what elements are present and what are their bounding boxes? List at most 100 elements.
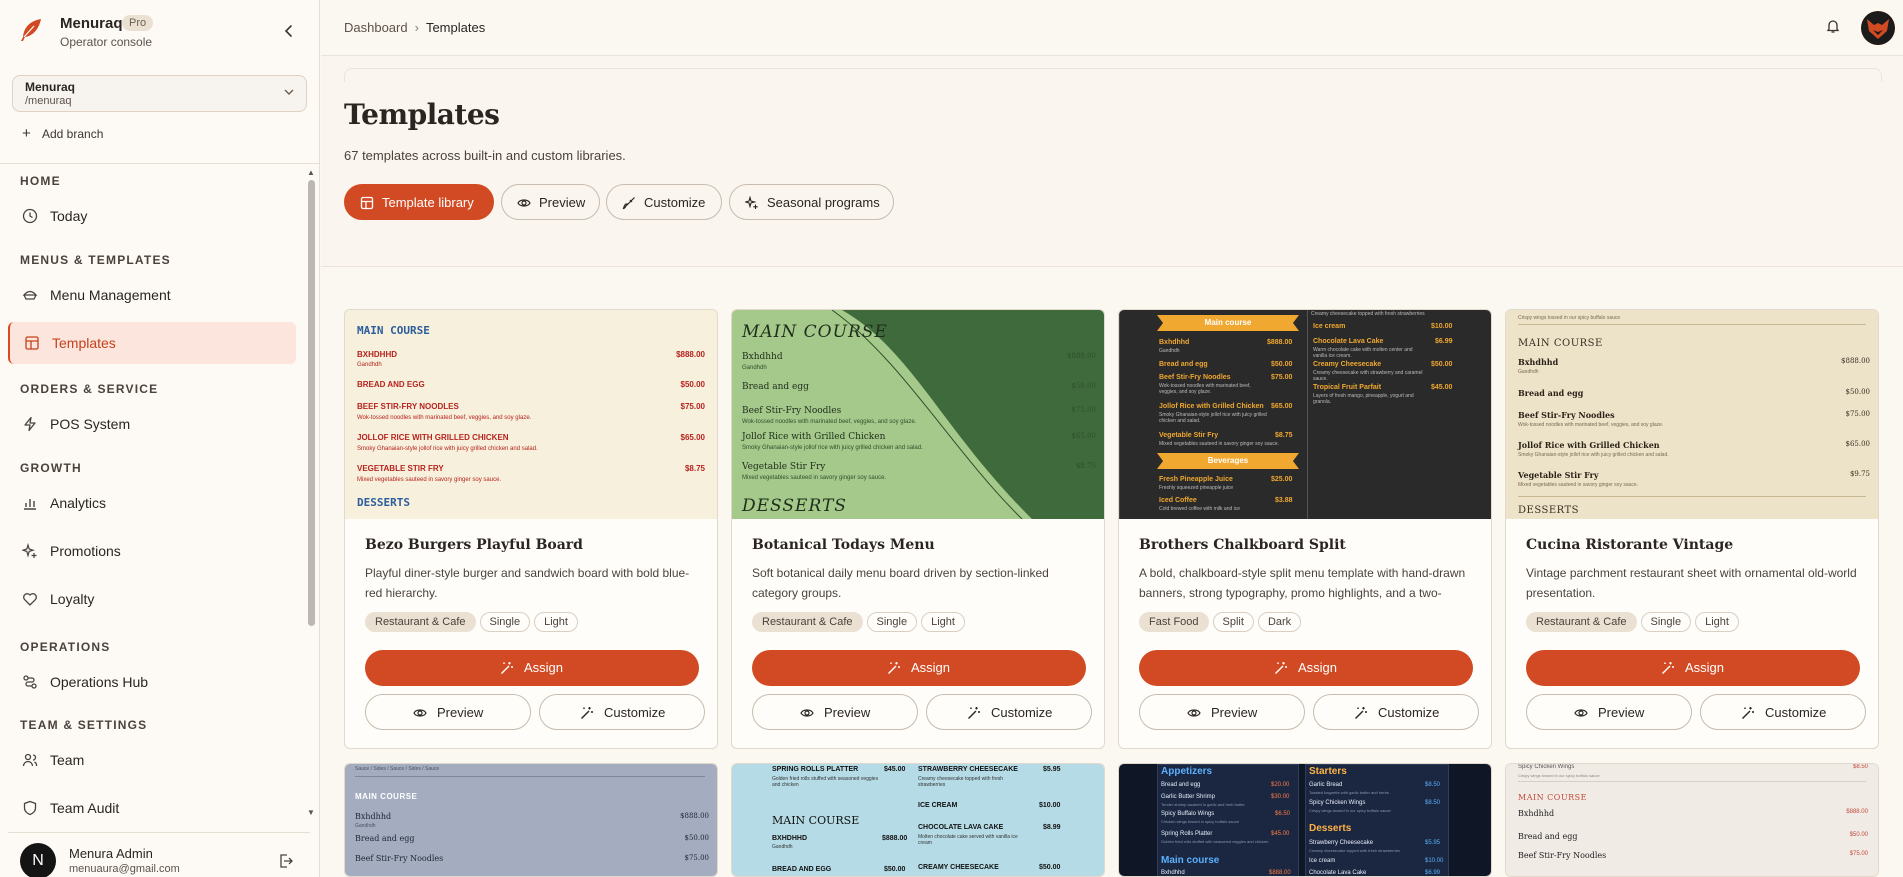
preview-item-name: Beef Stir-Fry Noodles bbox=[1518, 410, 1615, 420]
preview-item-desc: Creamy cheesecake with strawberry and ca… bbox=[1313, 370, 1423, 382]
template-card[interactable]: SPRING ROLLS PLATTER $45.00 Golden fried… bbox=[731, 763, 1105, 877]
layout-tag: Single bbox=[1640, 612, 1692, 632]
sidebar-item-label: Analytics bbox=[50, 495, 107, 511]
sidebar-item-pos-system[interactable]: POS System bbox=[8, 403, 296, 445]
account-avatar[interactable] bbox=[1861, 11, 1895, 45]
theme-tag: Light bbox=[1695, 612, 1739, 632]
sidebar-item-promotions[interactable]: Promotions bbox=[8, 530, 296, 572]
customize-button[interactable]: Customize bbox=[539, 694, 705, 730]
template-card[interactable]: MAIN COURSE BXHDHHD $888.00 Gandhdh BREA… bbox=[344, 309, 718, 749]
preview-item-desc: Crispy wings tossed in our spicy buffalo… bbox=[1518, 773, 1600, 778]
route-icon bbox=[23, 675, 37, 689]
preview-item-price: $888.00 bbox=[1841, 357, 1870, 365]
sidebar: Menuraq Pro Operator console Menuraq /me… bbox=[0, 0, 320, 877]
add-branch-button[interactable]: + Add branch bbox=[22, 125, 103, 142]
preview-item-price: $8.50 bbox=[1425, 800, 1441, 806]
sidebar-item-templates[interactable]: Templates bbox=[8, 322, 296, 364]
preview-item-price: $6.99 bbox=[1435, 338, 1453, 345]
sidebar-item-label: Loyalty bbox=[50, 591, 95, 607]
preview-item-price: $888.00 bbox=[882, 835, 908, 842]
template-card[interactable]: MAIN COURSE Bxhdhhd $888.00 Gandhdh Brea… bbox=[731, 309, 1105, 749]
preview-item-desc: Gandhdh bbox=[1518, 369, 1539, 375]
template-card[interactable]: Crispy wings tossed in our spicy buffalo… bbox=[1505, 309, 1879, 749]
template-card[interactable]: Creamy cheesecake topped with fresh stra… bbox=[1118, 309, 1492, 749]
customize-button[interactable]: Customize bbox=[926, 694, 1092, 730]
card-title: Cucina Ristorante Vintage bbox=[1526, 537, 1734, 553]
sidebar-item-operations-hub[interactable]: Operations Hub bbox=[8, 661, 296, 703]
tab-template-library[interactable]: Template library bbox=[344, 184, 494, 220]
collapse-sidebar-chevron-icon[interactable] bbox=[280, 22, 298, 40]
assign-label: Assign bbox=[911, 660, 951, 675]
tab-preview[interactable]: Preview bbox=[501, 184, 600, 220]
theme-tag: Light bbox=[921, 612, 965, 632]
assign-button[interactable]: Assign bbox=[1526, 650, 1860, 686]
divider-rule bbox=[1518, 781, 1866, 782]
template-preview-midnight[interactable]: Appetizers Bread and egg $20.00 Garlic B… bbox=[1119, 764, 1491, 876]
tab-seasonal-programs[interactable]: Seasonal programs bbox=[729, 184, 894, 220]
template-preview-slate[interactable]: Sauce / Sides / Sauce / Sides / Sauce MA… bbox=[345, 764, 717, 876]
tab-customize[interactable]: Customize bbox=[606, 184, 722, 220]
eye-icon bbox=[800, 709, 814, 717]
preview-item-price: $50.00 bbox=[1431, 361, 1453, 368]
customize-label: Customize bbox=[604, 705, 666, 720]
logout-icon[interactable] bbox=[278, 853, 294, 869]
sidebar-item-loyalty[interactable]: Loyalty bbox=[8, 578, 296, 620]
sidebar-item-team[interactable]: Team bbox=[8, 739, 296, 781]
preview-button[interactable]: Preview bbox=[1526, 694, 1692, 730]
preview-item-name: Spicy Buffalo Wings bbox=[1161, 811, 1215, 817]
user-profile[interactable]: N Menura Admin menuaura@gmail.com bbox=[8, 832, 310, 877]
preview-item-name: Bread and egg bbox=[1159, 361, 1208, 368]
preview-button[interactable]: Preview bbox=[1139, 694, 1305, 730]
preview-item-price: $45.00 bbox=[884, 766, 906, 773]
brush-icon bbox=[622, 197, 635, 210]
preview-item-desc: Mixed vegetables sauteed in savory ginge… bbox=[742, 475, 887, 481]
users-icon bbox=[22, 753, 38, 767]
sidebar-item-analytics[interactable]: Analytics bbox=[8, 482, 296, 524]
layout-icon bbox=[25, 336, 39, 350]
sidebar-item-menu-management[interactable]: Menu Management bbox=[8, 274, 296, 316]
template-preview-botanical[interactable]: MAIN COURSE Bxhdhhd $888.00 Gandhdh Brea… bbox=[732, 310, 1104, 519]
preview-item-desc: Golden fried rolls stuffed with seasoned… bbox=[1161, 839, 1269, 844]
assign-button[interactable]: Assign bbox=[1139, 650, 1473, 686]
sidebar-scrollbar[interactable]: ▲ ▼ bbox=[306, 168, 316, 818]
template-card[interactable]: Sauce / Sides / Sauce / Sides / Sauce MA… bbox=[344, 763, 718, 877]
card-title: Brothers Chalkboard Split bbox=[1139, 537, 1346, 553]
theme-tag: Light bbox=[534, 612, 578, 632]
preview-section-title: Appetizers bbox=[1161, 766, 1213, 777]
category-tag: Restaurant & Cafe bbox=[752, 612, 863, 632]
assign-button[interactable]: Assign bbox=[752, 650, 1086, 686]
template-preview-chalkboard[interactable]: Creamy cheesecake topped with fresh stra… bbox=[1119, 310, 1491, 519]
bell-icon[interactable] bbox=[1825, 18, 1841, 34]
preview-item-desc: Wok-tossed noodles with marinated beef, … bbox=[1159, 383, 1251, 395]
scroll-down-arrow-icon[interactable]: ▼ bbox=[307, 808, 315, 817]
card-description: A bold, chalkboard-style split menu temp… bbox=[1139, 566, 1466, 600]
preview-button[interactable]: Preview bbox=[365, 694, 531, 730]
preview-section-title: MAIN COURSE bbox=[1518, 338, 1603, 349]
template-preview-rose[interactable]: Spicy Chicken Wings $8.50 Crispy wings t… bbox=[1506, 764, 1878, 876]
preview-item-name: Bxhdhhd bbox=[1159, 339, 1190, 346]
preview-section-title: MAIN COURSE bbox=[1518, 793, 1587, 802]
template-card[interactable]: Spicy Chicken Wings $8.50 Crispy wings t… bbox=[1505, 763, 1879, 877]
template-card[interactable]: Appetizers Bread and egg $20.00 Garlic B… bbox=[1118, 763, 1492, 877]
scroll-up-arrow-icon[interactable]: ▲ bbox=[307, 168, 315, 177]
theme-tag: Dark bbox=[1257, 612, 1302, 632]
preview-item-price: $75.00 bbox=[684, 854, 710, 862]
template-preview-cucina[interactable]: Crispy wings tossed in our spicy buffalo… bbox=[1506, 310, 1878, 519]
scrollbar-thumb[interactable] bbox=[308, 180, 315, 626]
sidebar-item-label: Team bbox=[50, 752, 85, 768]
preview-item-price: $8.75 bbox=[684, 464, 705, 473]
branch-selector[interactable]: Menuraq /menuraq bbox=[12, 75, 307, 112]
preview-button[interactable]: Preview bbox=[752, 694, 918, 730]
preview-item-desc: Gandhdh bbox=[357, 362, 382, 368]
breadcrumb-dashboard[interactable]: Dashboard bbox=[344, 20, 408, 35]
assign-button[interactable]: Assign bbox=[365, 650, 699, 686]
template-preview-aqua[interactable]: SPRING ROLLS PLATTER $45.00 Golden fried… bbox=[732, 764, 1104, 876]
template-preview-bezo[interactable]: MAIN COURSE BXHDHHD $888.00 Gandhdh BREA… bbox=[345, 310, 717, 519]
customize-button[interactable]: Customize bbox=[1700, 694, 1866, 730]
preview-item-name: Bxhdhhd bbox=[1518, 357, 1559, 367]
preview-item-name: Jollof Rice with Grilled Chicken bbox=[1518, 440, 1660, 450]
customize-button[interactable]: Customize bbox=[1313, 694, 1479, 730]
sidebar-item-team-audit[interactable]: Team Audit bbox=[8, 787, 296, 818]
sidebar-item-today[interactable]: Today bbox=[8, 195, 296, 237]
preview-item-name: ICE CREAM bbox=[918, 802, 958, 809]
